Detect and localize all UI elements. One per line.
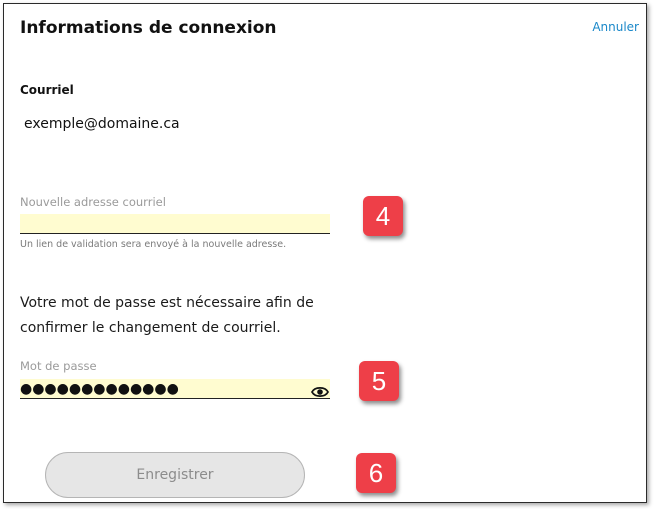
cancel-link[interactable]: Annuler xyxy=(592,20,639,34)
save-button[interactable]: Enregistrer xyxy=(45,452,305,498)
page-title: Informations de connexion xyxy=(20,18,277,38)
current-email-label: Courriel xyxy=(20,83,74,97)
annotation-badge-4: 4 xyxy=(363,196,403,236)
password-notice: Votre mot de passe est nécessaire afin d… xyxy=(20,295,314,336)
password-label: Mot de passe xyxy=(20,359,97,373)
annotation-badge-5: 5 xyxy=(359,361,399,401)
new-email-input[interactable] xyxy=(20,214,330,234)
new-email-label: Nouvelle adresse courriel xyxy=(20,195,166,209)
new-email-hint: Un lien de validation sera envoyé à la n… xyxy=(20,239,287,250)
eye-icon[interactable] xyxy=(310,384,330,398)
login-info-panel: Informations de connexion Annuler Courri… xyxy=(3,3,647,503)
annotation-badge-6: 6 xyxy=(356,453,396,493)
current-email-value: exemple@domaine.ca xyxy=(24,116,180,132)
password-input[interactable] xyxy=(20,379,330,399)
